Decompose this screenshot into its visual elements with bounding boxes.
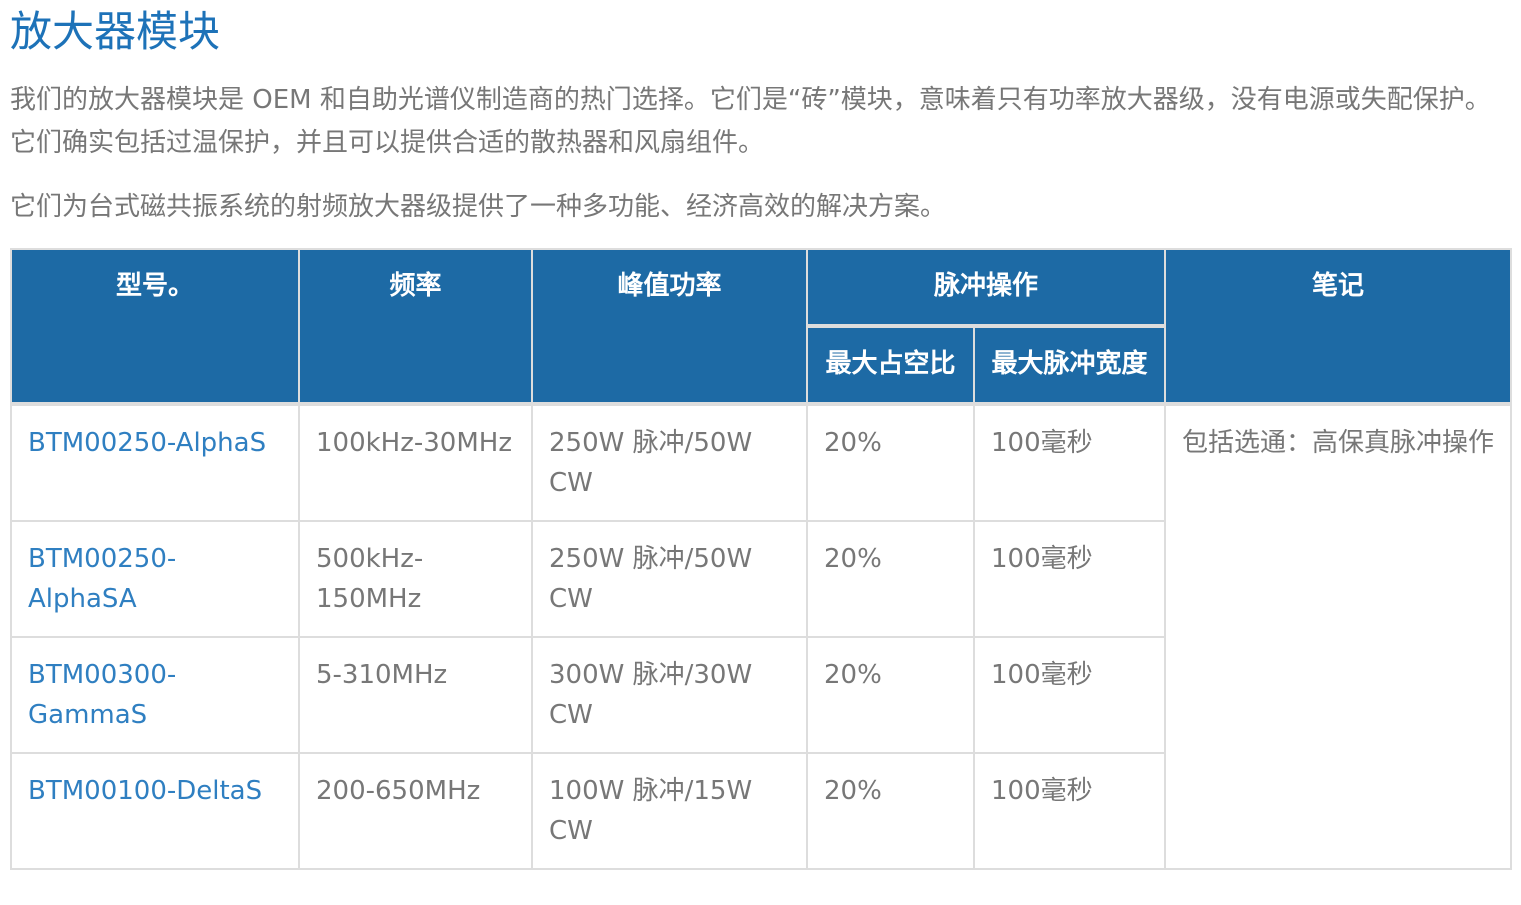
max-duty-cell: 20% <box>806 402 975 522</box>
peak-power-cell: 300W 脉冲/30W CW <box>531 636 808 754</box>
header-peak-power: 峰值功率 <box>531 248 808 405</box>
model-link[interactable]: BTM00100-DeltaS <box>10 752 300 870</box>
intro-paragraph: 我们的放大器模块是 OEM 和自助光谱仪制造商的热门选择。它们是“砖”模块，意味… <box>10 85 1491 158</box>
max-pulse-width-cell: 100毫秒 <box>972 752 1167 870</box>
notes-cell: 包括选通：高保真脉冲操作 <box>1164 402 1513 870</box>
peak-power-cell: 250W 脉冲/50W CW <box>531 520 808 638</box>
model-link[interactable]: BTM00250-AlphaSA <box>10 520 300 638</box>
peak-power-cell: 100W 脉冲/15W CW <box>531 752 808 870</box>
model-link[interactable]: BTM00250-AlphaS <box>10 402 300 522</box>
max-pulse-width-cell: 100毫秒 <box>972 520 1167 638</box>
table-row: BTM00250-AlphaS 100kHz-30MHz 250W 脉冲/50W… <box>10 402 1513 870</box>
frequency-cell: 5-310MHz <box>298 636 533 754</box>
header-model: 型号。 <box>10 248 300 405</box>
header-max-duty: 最大占空比 <box>806 324 975 405</box>
model-link[interactable]: BTM00300-GammaS <box>10 636 300 754</box>
frequency-cell: 100kHz-30MHz <box>298 402 533 522</box>
max-pulse-width-cell: 100毫秒 <box>972 636 1167 754</box>
amplifier-spec-table: 型号。 频率 峰值功率 脉冲操作 笔记 最大占空比 最大脉冲宽度 BTM0025… <box>10 248 1513 870</box>
max-duty-cell: 20% <box>806 752 975 870</box>
max-pulse-width-cell: 100毫秒 <box>972 402 1167 522</box>
page: 放大器模块 我们的放大器模块是 OEM 和自助光谱仪制造商的热门选择。它们是“砖… <box>0 0 1521 905</box>
intro-paragraph-2: 它们为台式磁共振系统的射频放大器级提供了一种多功能、经济高效的解决方案。 <box>10 192 947 222</box>
header-max-pulse-width: 最大脉冲宽度 <box>972 324 1167 405</box>
header-frequency: 频率 <box>298 248 533 405</box>
peak-power-cell: 250W 脉冲/50W CW <box>531 402 808 522</box>
max-duty-cell: 20% <box>806 636 975 754</box>
header-pulse-operation: 脉冲操作 <box>805 248 1167 327</box>
max-duty-cell: 20% <box>806 520 975 638</box>
header-notes: 笔记 <box>1164 248 1513 405</box>
frequency-cell: 500kHz-150MHz <box>298 520 533 638</box>
page-title: 放大器模块 <box>10 7 221 56</box>
frequency-cell: 200-650MHz <box>298 752 533 870</box>
